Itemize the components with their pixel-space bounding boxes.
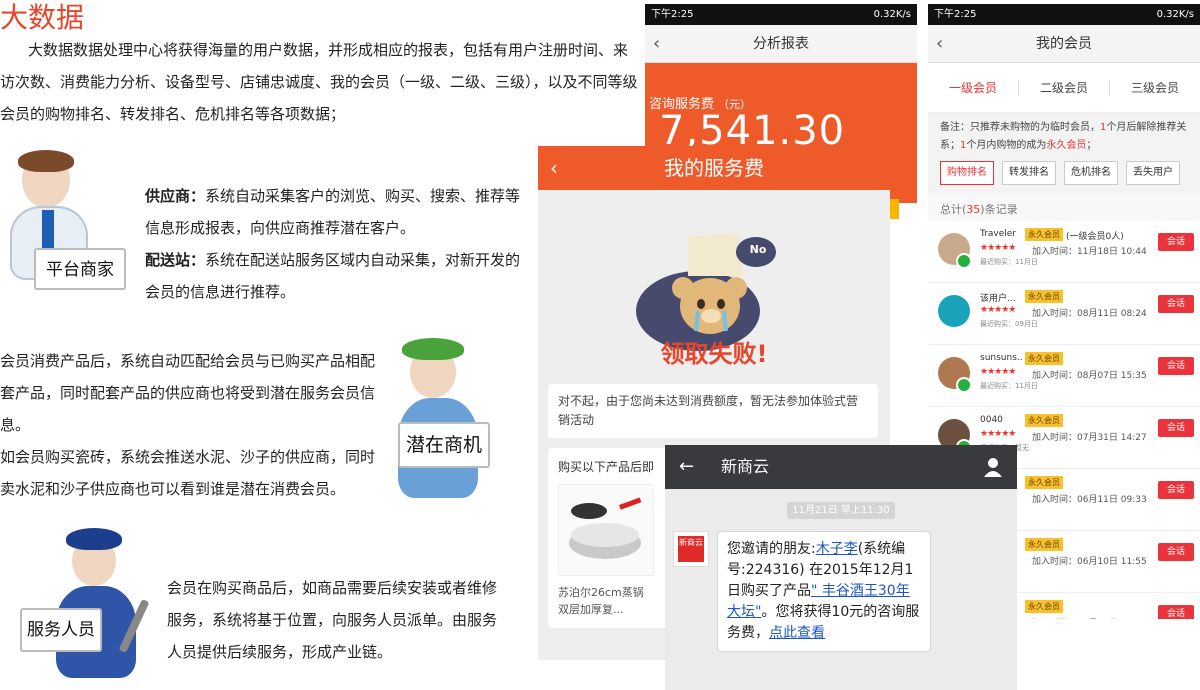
member-name: 0040 bbox=[980, 415, 1003, 425]
chat-button[interactable]: 会话 bbox=[1158, 295, 1194, 313]
message-timestamp: 11月21日 早上11:30 bbox=[787, 502, 895, 519]
member-join-time: 加入时间：08月07日 15:35 bbox=[1032, 371, 1147, 381]
tab-shopping-rank[interactable]: 购物排名 bbox=[940, 161, 994, 185]
opportunity-text-1: 会员消费产品后，系统自动匹配给会员与已购买产品相配套产品，同时配套产品的供应商也… bbox=[0, 352, 376, 434]
member-last-purchase: 最近购买：11月日 bbox=[980, 258, 1038, 266]
chat-button[interactable]: 会话 bbox=[1158, 605, 1194, 619]
member-last-purchase: 最近购买：09月日 bbox=[980, 320, 1038, 328]
wechat-title: 新商云 bbox=[721, 457, 770, 476]
wechat-screen: ← 新商云 11月21日 早上11:30 新商云 您邀请的朋友:木子李(系统编号… bbox=[665, 445, 1017, 690]
rating-stars: ★★★★★ bbox=[980, 243, 1016, 253]
members-navbar: ‹ 我的会员 bbox=[928, 25, 1200, 63]
chat-button[interactable]: 会话 bbox=[1158, 543, 1194, 561]
status-time: 下午2:25 bbox=[651, 9, 694, 20]
status-bar: 下午2:25 0.32K/s bbox=[928, 4, 1200, 25]
rank-tabs: 购物排名 转发排名 危机排名 丢失用户 bbox=[940, 161, 1188, 185]
article-title: 大数据 bbox=[0, 1, 85, 34]
service-figure: 服务人员 bbox=[12, 528, 162, 680]
permanent-member-badge: 永久会员 bbox=[1025, 414, 1063, 427]
supplier-label: 供应商： bbox=[145, 187, 206, 205]
member-join-time: 加入时间：06月10日 09:00 bbox=[1032, 616, 1147, 619]
status-speed: 0.32K/s bbox=[1156, 9, 1194, 20]
opportunity-sign: 潜在商机 bbox=[398, 422, 490, 468]
avatar-logo-text: 新商云 bbox=[678, 536, 704, 562]
service-sign: 服务人员 bbox=[20, 608, 102, 652]
fee-header: ‹ 我的服务费 bbox=[538, 146, 890, 190]
member-last-purchase: 最近购买：11月日 bbox=[980, 382, 1038, 390]
member-row[interactable]: Traveler 永久会员 (一级会员0人) ★★★★★ 加入时间：11月18日 10:… bbox=[928, 221, 1200, 283]
fee-fail-text: 领取失败! bbox=[660, 340, 768, 368]
rating-stars: ★★★★★ bbox=[980, 367, 1016, 377]
user-profile-icon[interactable] bbox=[983, 457, 1003, 477]
status-time: 下午2:25 bbox=[934, 9, 977, 20]
fee-title: 我的服务费 bbox=[664, 156, 764, 180]
permanent-member-badge: 永久会员 bbox=[1025, 600, 1063, 613]
chat-button[interactable]: 会话 bbox=[1158, 233, 1194, 251]
merchant-figure: 平台商家 bbox=[0, 150, 140, 290]
member-name: 该用户... bbox=[980, 294, 1016, 304]
members-title: 我的会员 bbox=[1036, 36, 1092, 52]
member-level-tabs: 一级会员 二级会员 三级会员 bbox=[928, 63, 1200, 113]
report-title: 分析报表 bbox=[753, 36, 809, 52]
wechat-icon bbox=[956, 253, 972, 269]
tab-share-rank[interactable]: 转发排名 bbox=[1002, 161, 1056, 185]
permanent-member-badge: 永久会员 bbox=[1025, 228, 1063, 241]
back-icon[interactable]: ‹ bbox=[936, 25, 943, 63]
wechat-icon bbox=[956, 377, 972, 393]
member-join-time: 加入时间：08月11日 08:24 bbox=[1032, 309, 1147, 319]
sender-avatar[interactable]: 新商云 bbox=[673, 531, 709, 567]
opportunity-paragraph: 会员消费产品后，系统自动匹配给会员与已购买产品相配套产品，同时配套产品的供应商也… bbox=[0, 345, 385, 505]
member-total: 总计(35)条记录 bbox=[928, 193, 1200, 221]
friend-link[interactable]: 木子李 bbox=[816, 541, 858, 557]
merchant-sign: 平台商家 bbox=[34, 248, 126, 290]
member-level-count: (一级会员0人) bbox=[1066, 232, 1124, 242]
tab-risk-rank[interactable]: 危机排名 bbox=[1064, 161, 1118, 185]
opportunity-figure: 潜在商机 bbox=[392, 336, 502, 504]
wechat-header: ← 新商云 bbox=[665, 445, 1017, 489]
rating-stars: ★★★★★ bbox=[980, 305, 1016, 315]
speech-bubble-no: No bbox=[749, 243, 767, 256]
member-join-time: 加入时间：07月31日 14:27 bbox=[1032, 433, 1147, 443]
member-name: sunsuns.. bbox=[980, 353, 1023, 363]
member-row[interactable]: 该用户... 永久会员 ★★★★★ 加入时间：08月11日 08:24 最近购买：09月… bbox=[928, 283, 1200, 345]
tab-level-2[interactable]: 二级会员 bbox=[1019, 79, 1110, 96]
wok-product-image[interactable] bbox=[558, 484, 654, 576]
message-bubble: 您邀请的朋友:木子李(系统编号:224316) 在2015年12月1日购买了产品… bbox=[717, 531, 931, 652]
delivery-label: 配送站： bbox=[145, 251, 206, 269]
chat-button[interactable]: 会话 bbox=[1158, 357, 1194, 375]
member-join-time: 加入时间：06月11日 09:33 bbox=[1032, 495, 1147, 505]
member-avatar[interactable] bbox=[938, 295, 970, 327]
product-name[interactable]: 苏泊尔26cm蒸锅双层加厚复... bbox=[558, 584, 654, 618]
chat-button[interactable]: 会话 bbox=[1158, 419, 1194, 437]
status-speed: 0.32K/s bbox=[873, 9, 911, 20]
permanent-member-badge: 永久会员 bbox=[1025, 476, 1063, 489]
tab-level-3[interactable]: 三级会员 bbox=[1110, 80, 1200, 96]
opportunity-text-2: 如会员购买瓷砖，系统会推送水泥、沙子的供应商，同时卖水泥和沙子供应商也可以看到谁… bbox=[0, 448, 376, 498]
note-text: 备注：只推荐未购物的为临时会员，1个月后解除推荐关系；1个月内购物的成为永久会员… bbox=[940, 122, 1187, 151]
report-navbar: ‹ 分析报表 bbox=[645, 25, 917, 63]
member-join-time: 加入时间：06月10日 11:55 bbox=[1032, 557, 1147, 567]
view-detail-link[interactable]: 点此查看 bbox=[769, 625, 825, 641]
article-intro: 大数据数据处理中心将获得海量的用户数据，并形成相应的报表，包括有用户注册时间、来… bbox=[0, 41, 638, 123]
permanent-member-badge: 永久会员 bbox=[1025, 538, 1063, 551]
tab-lost-users[interactable]: 丢失用户 bbox=[1126, 161, 1180, 185]
permanent-member-badge: 永久会员 bbox=[1025, 290, 1063, 303]
permanent-member-badge: 永久会员 bbox=[1025, 352, 1063, 365]
back-icon[interactable]: ‹ bbox=[550, 146, 558, 190]
service-paragraph: 会员在购买商品后，如商品需要后续安装或者维修服务，系统将基于位置，向服务人员派单… bbox=[167, 579, 498, 661]
fee-message: 对不起，由于您尚未达到消费额度，暂无法参加体验式营销活动 bbox=[548, 384, 878, 438]
supplier-paragraph: 供应商：系统自动采集客户的浏览、购买、搜索、推荐等信息形成报表，向供应商推荐潜在… bbox=[145, 180, 525, 308]
member-name: Traveler bbox=[980, 229, 1016, 239]
member-join-time: 加入时间：11月18日 10:44 bbox=[1032, 247, 1147, 257]
rating-stars: ★★★★★ bbox=[980, 429, 1016, 439]
member-note: 备注：只推荐未购物的为临时会员，1个月后解除推荐关系；1个月内购物的成为永久会员… bbox=[928, 113, 1200, 193]
member-row[interactable]: sunsuns.. 永久会员 ★★★★★ 加入时间：08月07日 15:35 最近购买：… bbox=[928, 345, 1200, 407]
chat-button[interactable]: 会话 bbox=[1158, 481, 1194, 499]
tab-level-1[interactable]: 一级会员 bbox=[928, 79, 1019, 96]
status-bar: 下午2:25 0.32K/s bbox=[645, 4, 917, 25]
back-icon[interactable]: ‹ bbox=[653, 25, 660, 63]
back-arrow-icon[interactable]: ← bbox=[679, 445, 694, 489]
